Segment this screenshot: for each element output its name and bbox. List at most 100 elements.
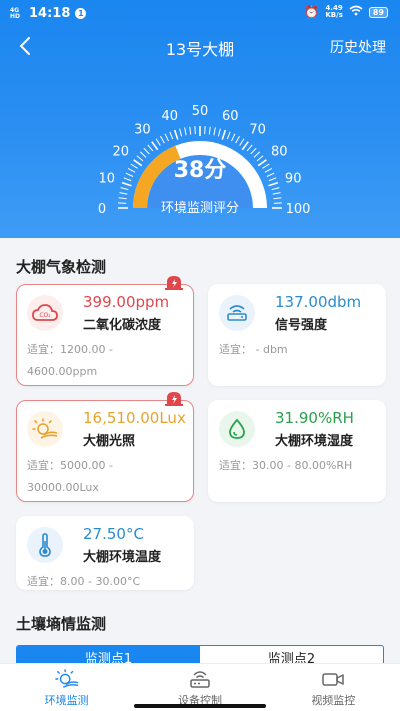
gauge-tick bbox=[208, 126, 211, 135]
gauge-tick bbox=[169, 131, 174, 140]
gauge-tick bbox=[217, 128, 221, 137]
humidity-range-line1: 30.00 - 80.00%RH bbox=[252, 459, 353, 472]
status-time: 14:18 bbox=[29, 6, 71, 21]
notification-badge: 1 bbox=[75, 8, 87, 19]
nav-environment-label: 环境监测 bbox=[44, 694, 89, 707]
network-speed: 4.49 KB/s bbox=[325, 5, 342, 19]
gauge-tick-label: 0 bbox=[98, 202, 106, 217]
alarm-light-icon bbox=[165, 276, 183, 290]
gauge-tick bbox=[143, 147, 150, 155]
light-range-line1: 5000.00 - bbox=[60, 459, 113, 472]
gauge-tick bbox=[139, 151, 147, 158]
humidity-range: 适宜：30.00 - 80.00%RH bbox=[219, 455, 377, 477]
gauge-tick bbox=[273, 197, 282, 200]
signal-range-line1: - dbm bbox=[252, 343, 288, 356]
network-indicator: 4G HD bbox=[10, 6, 21, 20]
co2-range: 适宜：1200.00 - 4600.00ppm bbox=[27, 339, 185, 383]
gauge-tick-label: 50 bbox=[192, 104, 209, 119]
gauge-tick-label: 80 bbox=[271, 144, 288, 159]
gauge-tick bbox=[273, 202, 282, 204]
light-range: 适宜：5000.00 - 30000.00Lux bbox=[27, 455, 185, 499]
gauge-label: 环境监测评分 bbox=[161, 201, 239, 216]
gauge-tick bbox=[235, 135, 240, 144]
nav-video-monitor[interactable]: 视频监控 bbox=[267, 664, 400, 711]
humidity-card[interactable]: 31.90%RH 大棚环境湿度 适宜：30.00 - 80.00%RH bbox=[208, 400, 386, 502]
humidity-name: 大棚环境湿度 bbox=[275, 434, 354, 449]
gauge-tick-label: 90 bbox=[285, 172, 302, 187]
light-name: 大棚光照 bbox=[83, 434, 136, 449]
gauge-tick bbox=[151, 141, 159, 151]
gauge-tick bbox=[147, 144, 154, 152]
gauge-tick bbox=[118, 197, 127, 200]
nav-environment[interactable]: 环境监测 bbox=[0, 664, 133, 711]
gauge-tick bbox=[241, 141, 249, 151]
co2-card[interactable]: CO₂ 399.00ppm 二氧化碳浓度 适宜：1200.00 - 4600.0… bbox=[16, 276, 194, 386]
light-card[interactable]: 16,510.00Lux 大棚光照 适宜：5000.00 - 30000.00L… bbox=[16, 392, 194, 502]
gauge-tick bbox=[262, 163, 270, 169]
gauge-tick bbox=[256, 155, 264, 162]
signal-card[interactable]: 137.00dbm 信号强度 适宜： - dbm bbox=[208, 284, 386, 386]
gauge-tick bbox=[221, 129, 227, 140]
signal-value: 137.00dbm bbox=[275, 293, 362, 311]
light-range-label: 适宜： bbox=[27, 459, 60, 472]
gauge-tick bbox=[189, 126, 192, 135]
gauge-tick bbox=[127, 168, 136, 173]
gauge-tick bbox=[264, 168, 273, 173]
home-indicator bbox=[134, 704, 266, 708]
temperature-range-label: 适宜： bbox=[27, 575, 60, 588]
gauge-tick-label: 20 bbox=[112, 144, 129, 159]
gauge-tick bbox=[164, 133, 169, 142]
gauge-tick-label: 40 bbox=[161, 109, 178, 124]
gauge-tick bbox=[179, 128, 183, 137]
alarm-clock-icon: ⏰ bbox=[304, 5, 320, 19]
weather-section-title: 大棚气象检测 bbox=[16, 258, 107, 276]
navbar: 13号大棚 历史处理 bbox=[0, 32, 400, 62]
wifi-icon bbox=[349, 5, 363, 19]
sun-light-icon bbox=[27, 411, 63, 447]
router-device-icon bbox=[190, 671, 210, 688]
signal-range-label: 适宜： bbox=[219, 343, 252, 356]
signal-router-icon bbox=[219, 295, 255, 331]
co2-range-line1: 1200.00 - bbox=[60, 343, 113, 356]
gauge-tick bbox=[184, 127, 187, 136]
gauge-tick bbox=[119, 192, 128, 195]
gauge-tick bbox=[136, 155, 144, 162]
gauge-tick-label: 60 bbox=[222, 109, 239, 124]
humidity-range-label: 适宜： bbox=[219, 459, 252, 472]
signal-range: 适宜： - dbm bbox=[219, 339, 377, 361]
environment-sun-icon bbox=[54, 669, 78, 688]
co2-range-line2: 4600.00ppm bbox=[27, 365, 98, 378]
gauge-tick bbox=[118, 202, 127, 204]
gauge-tick bbox=[246, 144, 253, 152]
gauge-tick bbox=[133, 159, 143, 167]
gauge-tick bbox=[268, 177, 277, 182]
light-range-line2: 30000.00Lux bbox=[27, 481, 99, 494]
gauge-tick bbox=[272, 192, 281, 195]
svg-text:CO₂: CO₂ bbox=[39, 312, 51, 319]
temperature-value: 27.50°C bbox=[83, 525, 144, 543]
gauge-tick-label: 30 bbox=[134, 123, 151, 138]
gauge-tick bbox=[266, 172, 275, 177]
gauge-tick bbox=[173, 129, 179, 140]
gauge-tick bbox=[271, 187, 280, 191]
gauge-tick bbox=[239, 138, 245, 146]
gauge-tick bbox=[204, 126, 206, 135]
gauge-tick bbox=[120, 187, 129, 191]
score-gauge: 0 10 20 30 40 50 60 70 80 90 100 38分 环境监测评分 bbox=[98, 104, 311, 217]
gauge-tick bbox=[231, 133, 236, 142]
video-camera-icon bbox=[322, 673, 345, 686]
gauge-tick bbox=[250, 147, 257, 155]
gauge-tick bbox=[226, 131, 231, 140]
co2-cloud-icon: CO₂ bbox=[27, 295, 63, 331]
humidity-drop-icon bbox=[219, 411, 255, 447]
gauge-tick bbox=[130, 163, 138, 169]
gauge-tick bbox=[253, 151, 261, 158]
gauge-tick bbox=[268, 181, 279, 187]
humidity-value: 31.90%RH bbox=[275, 409, 354, 427]
nav-video-monitor-label: 视频监控 bbox=[311, 694, 356, 707]
temperature-card[interactable]: 27.50°C 大棚环境温度 适宜：8.00 - 30.00°C bbox=[16, 516, 194, 590]
gauge-tick bbox=[125, 172, 134, 177]
signal-name: 信号强度 bbox=[275, 318, 328, 333]
history-button[interactable]: 历史处理 bbox=[330, 37, 386, 57]
light-value: 16,510.00Lux bbox=[83, 409, 186, 427]
